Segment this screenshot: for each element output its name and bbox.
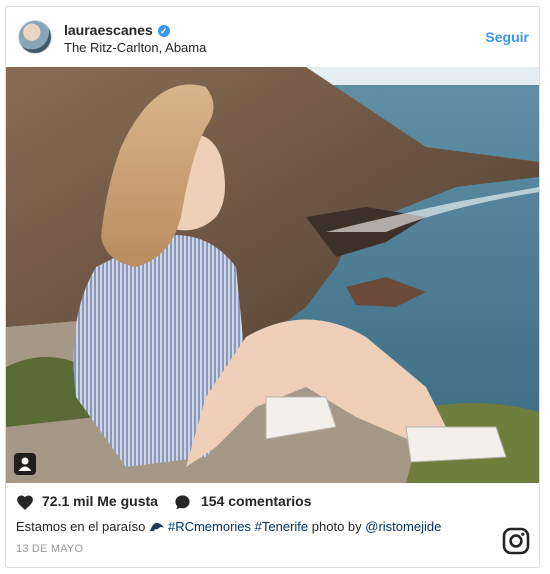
- comment-button[interactable]: [174, 494, 191, 514]
- comments-count[interactable]: 154 comentarios: [201, 493, 312, 509]
- location-link[interactable]: The Ritz-Carlton, Abama: [64, 40, 206, 55]
- heart-icon: [17, 495, 33, 510]
- verified-badge-icon: ✓: [157, 25, 170, 37]
- instagram-logo-link[interactable]: [502, 527, 530, 555]
- comment-icon: [175, 495, 190, 510]
- mention-ristomejide[interactable]: @ristomejide: [365, 519, 441, 534]
- post-header: lauraescanes ✓ The Ritz-Carlton, Abama Se…: [6, 7, 539, 67]
- follow-button[interactable]: Seguir: [485, 29, 529, 45]
- caption-text: Estamos en el paraíso: [16, 519, 149, 534]
- user-avatar[interactable]: [18, 20, 52, 54]
- user-tag-icon[interactable]: [14, 453, 36, 475]
- instagram-post-card: lauraescanes ✓ The Ritz-Carlton, Abama Se…: [5, 6, 540, 568]
- hashtag-tenerife[interactable]: #Tenerife: [255, 519, 308, 534]
- like-button[interactable]: [16, 494, 34, 513]
- user-tag-icon-glyph: [18, 457, 32, 471]
- username-text: lauraescanes: [64, 22, 153, 38]
- caption-photo-by: photo by: [308, 519, 366, 534]
- username-link[interactable]: lauraescanes ✓: [64, 22, 170, 38]
- hashtag-rcmemories[interactable]: #RCmemories: [168, 519, 251, 534]
- instagram-logo-icon: [502, 527, 530, 555]
- post-photo-image: [6, 67, 539, 483]
- post-photo[interactable]: [6, 67, 539, 483]
- post-date: 13 DE MAYO: [16, 543, 84, 555]
- wave-emoji-icon: [149, 522, 164, 531]
- post-caption: Estamos en el paraíso #RCmemories #Tener…: [16, 519, 441, 534]
- likes-count[interactable]: 72.1 mil Me gusta: [42, 493, 158, 509]
